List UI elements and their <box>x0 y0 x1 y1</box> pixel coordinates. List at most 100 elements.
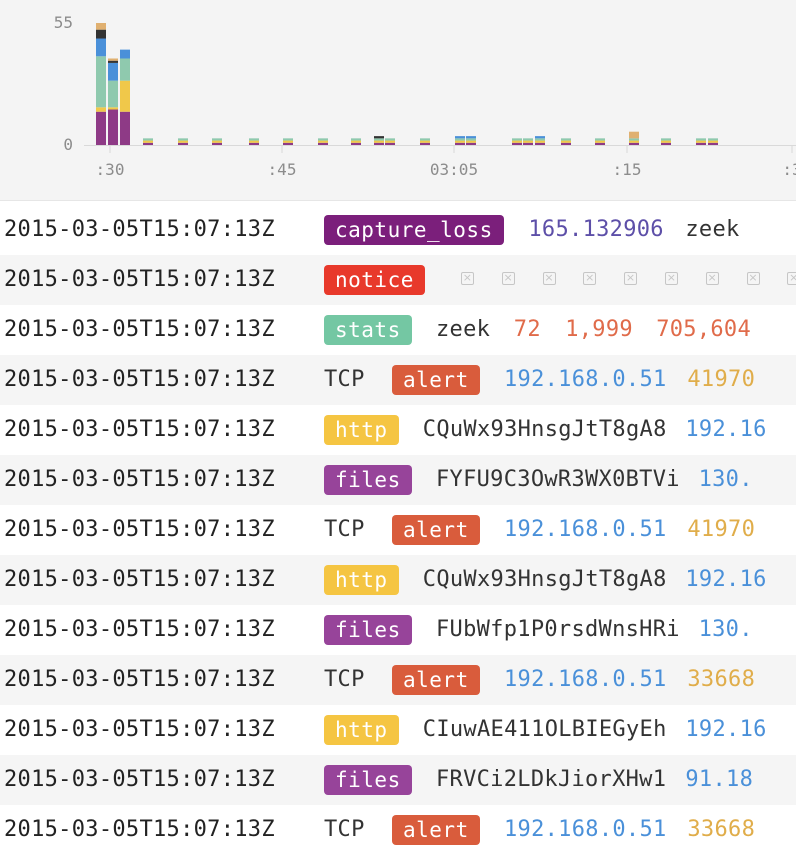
event-type-badge[interactable]: capture_loss <box>324 215 504 245</box>
histogram-bar-segment[interactable] <box>318 142 328 145</box>
event-row[interactable]: 2015-03-05T15:07:13Z TCP alert 192.168.0.51… <box>0 355 796 405</box>
histogram-bar-segment[interactable] <box>178 140 188 143</box>
histogram-bar-segment[interactable] <box>178 142 188 145</box>
histogram-bar-segment[interactable] <box>661 138 671 141</box>
histogram-bar-segment[interactable] <box>595 142 605 145</box>
histogram-bar-segment[interactable] <box>455 140 465 143</box>
histogram-bar-segment[interactable] <box>374 138 384 141</box>
event-type-badge[interactable]: alert <box>392 365 480 395</box>
event-histogram[interactable]: 55 0:30:45 03:05:15:3 <box>0 0 796 201</box>
histogram-bar-segment[interactable] <box>661 140 671 143</box>
event-type-badge[interactable]: stats <box>324 315 412 345</box>
event-type-badge[interactable]: notice <box>324 265 425 295</box>
event-row[interactable]: 2015-03-05T15:07:13Z stats zeek 72 1,999 705,… <box>0 305 796 355</box>
histogram-bar-segment[interactable] <box>708 138 718 141</box>
histogram-bar-segment[interactable] <box>249 142 259 145</box>
event-row[interactable]: 2015-03-05T15:07:13Z http CIuwAE411OLBIEGy… <box>0 705 796 755</box>
histogram-bar-segment[interactable] <box>629 140 639 143</box>
histogram-bar-segment[interactable] <box>629 142 639 145</box>
histogram-bar-segment[interactable] <box>351 138 361 141</box>
event-type-badge[interactable]: http <box>324 565 399 595</box>
histogram-bar-segment[interactable] <box>455 138 465 141</box>
histogram-bar-segment[interactable] <box>143 140 153 143</box>
histogram-bar-segment[interactable] <box>108 62 118 81</box>
histogram-bar-segment[interactable] <box>629 131 639 139</box>
event-row[interactable]: 2015-03-05T15:07:13Z files FYFU9C3OwR3WX0B… <box>0 455 796 505</box>
event-type-badge[interactable]: files <box>324 615 412 645</box>
histogram-bar-segment[interactable] <box>108 80 118 108</box>
histogram-bar-segment[interactable] <box>108 58 118 61</box>
histogram-bar-segment[interactable] <box>466 138 476 141</box>
histogram-bar-segment[interactable] <box>535 136 545 139</box>
event-type-badge[interactable]: alert <box>392 515 480 545</box>
histogram-bar-segment[interactable] <box>108 107 118 110</box>
histogram-bar-segment[interactable] <box>318 138 328 141</box>
histogram-bar-segment[interactable] <box>385 142 395 145</box>
histogram-bar-segment[interactable] <box>374 140 384 143</box>
histogram-bar-segment[interactable] <box>535 140 545 143</box>
histogram-bar-segment[interactable] <box>351 140 361 143</box>
histogram-bar-segment[interactable] <box>466 140 476 143</box>
event-row[interactable]: 2015-03-05T15:07:13Z notice × × × × × × × × × <box>0 255 796 305</box>
event-type-badge[interactable]: files <box>324 765 412 795</box>
event-type-badge[interactable]: http <box>324 415 399 445</box>
histogram-bar-segment[interactable] <box>512 142 522 145</box>
histogram-bar-segment[interactable] <box>420 138 430 141</box>
histogram-bar-segment[interactable] <box>420 140 430 143</box>
histogram-bar-segment[interactable] <box>595 140 605 143</box>
histogram-bar-segment[interactable] <box>283 140 293 143</box>
histogram-bar-segment[interactable] <box>385 140 395 143</box>
event-type-badge[interactable]: alert <box>392 665 480 695</box>
histogram-bar-segment[interactable] <box>318 140 328 143</box>
histogram-bar-segment[interactable] <box>561 142 571 145</box>
histogram-bar-segment[interactable] <box>523 140 533 143</box>
event-type-badge[interactable]: alert <box>392 815 480 845</box>
histogram-bar-segment[interactable] <box>96 23 106 30</box>
event-row[interactable]: 2015-03-05T15:07:13Z files FRVCi2LDkJiorXH… <box>0 755 796 805</box>
histogram-bar-segment[interactable] <box>96 56 106 108</box>
histogram-bar-segment[interactable] <box>120 58 130 81</box>
histogram-bar-segment[interactable] <box>178 138 188 141</box>
histogram-bar-segment[interactable] <box>120 49 130 59</box>
histogram-bar-segment[interactable] <box>96 107 106 112</box>
histogram-bar-segment[interactable] <box>661 142 671 145</box>
histogram-bar-segment[interactable] <box>561 140 571 143</box>
histogram-bar-segment[interactable] <box>120 111 130 145</box>
event-row[interactable]: 2015-03-05T15:07:13Z TCP alert 192.168.0.51… <box>0 655 796 705</box>
histogram-bar-segment[interactable] <box>523 138 533 141</box>
histogram-bar-segment[interactable] <box>143 142 153 145</box>
histogram-bar-segment[interactable] <box>696 142 706 145</box>
histogram-bar-segment[interactable] <box>212 142 222 145</box>
histogram-bar-segment[interactable] <box>420 142 430 145</box>
histogram-bar-segment[interactable] <box>512 138 522 141</box>
event-row[interactable]: 2015-03-05T15:07:13Z http CQuWx93HnsgJtT8g… <box>0 555 796 605</box>
histogram-bar-segment[interactable] <box>696 140 706 143</box>
event-type-badge[interactable]: http <box>324 715 399 745</box>
histogram-bar-segment[interactable] <box>385 138 395 141</box>
histogram-bar-segment[interactable] <box>108 60 118 63</box>
event-type-badge[interactable]: files <box>324 465 412 495</box>
histogram-bar-segment[interactable] <box>708 140 718 143</box>
histogram-bar-segment[interactable] <box>629 138 639 141</box>
histogram-bar-segment[interactable] <box>455 136 465 139</box>
histogram-bar-segment[interactable] <box>561 138 571 141</box>
histogram-bar-segment[interactable] <box>523 142 533 145</box>
histogram-chart[interactable]: 55 0:30:45 03:05:15:3 <box>0 0 796 200</box>
histogram-bar-segment[interactable] <box>466 136 476 139</box>
event-row[interactable]: 2015-03-05T15:07:13Z files FUbWfp1P0rsdWns… <box>0 605 796 655</box>
histogram-bar-segment[interactable] <box>374 142 384 145</box>
histogram-bar-segment[interactable] <box>535 138 545 141</box>
histogram-bar-segment[interactable] <box>374 136 384 139</box>
event-row[interactable]: 2015-03-05T15:07:13Z TCP alert 192.168.0.51… <box>0 805 796 855</box>
histogram-bar-segment[interactable] <box>466 142 476 145</box>
histogram-bar-segment[interactable] <box>120 80 130 112</box>
histogram-bar-segment[interactable] <box>595 138 605 141</box>
event-row[interactable]: 2015-03-05T15:07:13Z TCP alert 192.168.0.51… <box>0 505 796 555</box>
histogram-bar-segment[interactable] <box>455 142 465 145</box>
histogram-bar-segment[interactable] <box>108 109 118 145</box>
histogram-bar-segment[interactable] <box>143 138 153 141</box>
histogram-bar-segment[interactable] <box>283 142 293 145</box>
histogram-bar-segment[interactable] <box>212 138 222 141</box>
histogram-bar-segment[interactable] <box>249 140 259 143</box>
histogram-bar-segment[interactable] <box>96 111 106 145</box>
